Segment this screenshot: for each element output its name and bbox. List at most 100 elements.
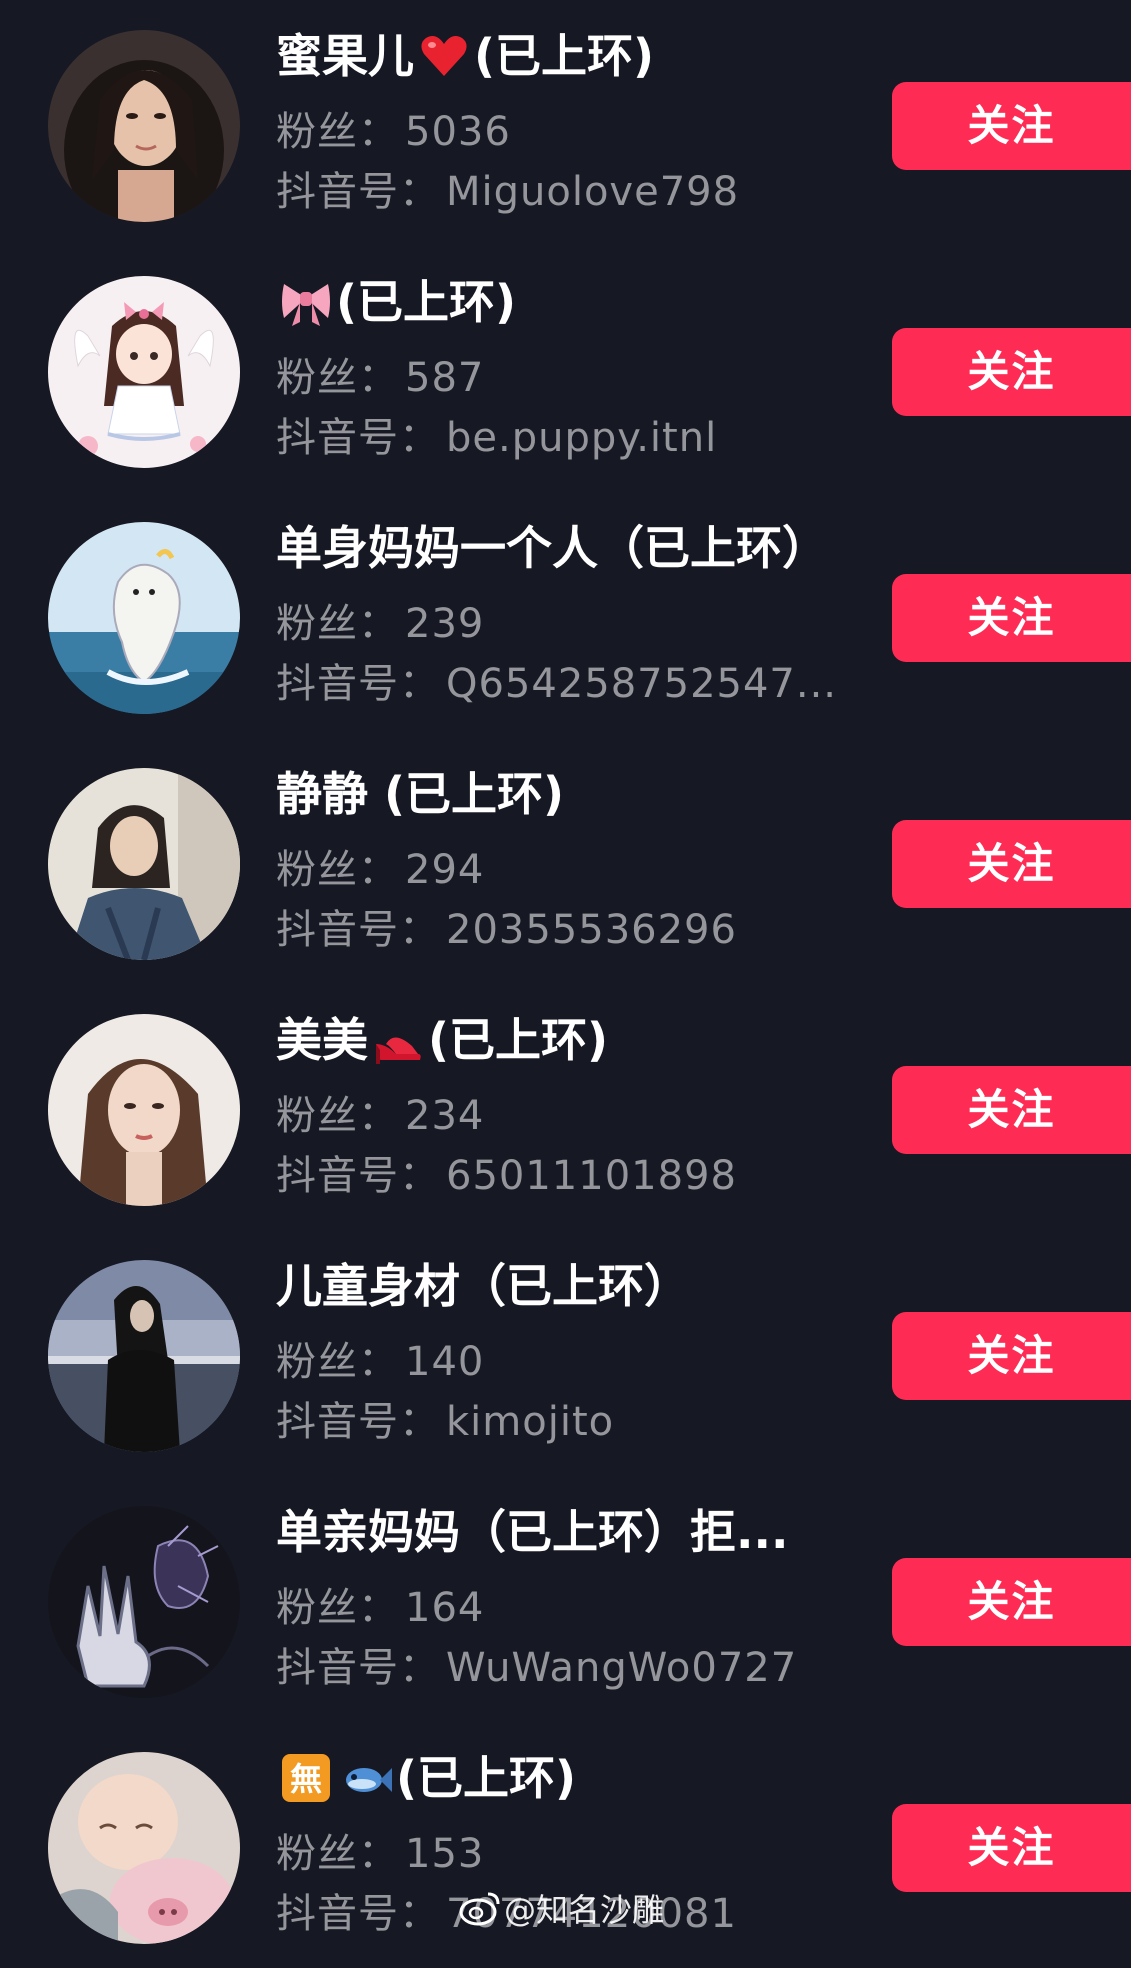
douyin-id-label: 抖音号： bbox=[276, 1153, 440, 1199]
follow-button[interactable]: 关注 bbox=[892, 1558, 1131, 1646]
fans-count: 粉丝： 140 bbox=[276, 1336, 484, 1388]
user-row[interactable]: 静静 (已上环) 粉丝： 294 抖音号： 20355536296 关注 bbox=[0, 738, 1131, 984]
user-name-suffix: (已上环) bbox=[396, 1751, 577, 1805]
fans-value: 140 bbox=[405, 1339, 485, 1385]
user-name: 单亲妈妈（已上环）拒... bbox=[276, 1502, 856, 1562]
fans-label: 粉丝： bbox=[276, 1093, 399, 1139]
user-name-text: 单身妈妈一个人（已上环） bbox=[276, 521, 828, 575]
user-name: 美美 (已上环) bbox=[276, 1010, 856, 1070]
heart-emoji-icon bbox=[418, 30, 470, 82]
svg-text:無: 無 bbox=[290, 1760, 322, 1798]
fans-label: 粉丝： bbox=[276, 1831, 399, 1877]
fans-value: 234 bbox=[405, 1093, 485, 1139]
avatar-photo-icon bbox=[48, 1506, 240, 1698]
user-name-suffix: (已上环) bbox=[474, 29, 655, 83]
fans-label: 粉丝： bbox=[276, 1339, 399, 1385]
fans-count: 粉丝： 294 bbox=[276, 844, 484, 896]
douyin-id-label: 抖音号： bbox=[276, 1399, 440, 1445]
user-list: 蜜果儿 (已上环) 粉丝：5036 抖音号：Miguolove798 关注 bbox=[0, 0, 1131, 1968]
fans-count: 粉丝： 234 bbox=[276, 1090, 484, 1142]
follow-button[interactable]: 关注 bbox=[892, 820, 1131, 908]
follow-button[interactable]: 关注 bbox=[892, 574, 1131, 662]
user-row[interactable]: (已上环) 粉丝： 587 抖音号： be.puppy.itnl 关注 bbox=[0, 246, 1131, 492]
user-name: (已上环) bbox=[276, 272, 856, 332]
douyin-id-value: be.puppy.itnl bbox=[446, 415, 718, 461]
user-name: 無 (已上环) bbox=[276, 1748, 856, 1808]
fans-label: 粉丝： bbox=[276, 847, 399, 893]
douyin-id-label: 抖音号： bbox=[276, 169, 440, 215]
douyin-id-value: kimojito bbox=[446, 1399, 615, 1445]
user-name-suffix: (已上环) bbox=[428, 1013, 609, 1067]
avatar-photo-icon bbox=[48, 276, 240, 468]
fans-value: 5036 bbox=[405, 109, 511, 155]
user-name-text: 静静 (已上环) bbox=[276, 767, 565, 821]
user-row[interactable]: 单亲妈妈（已上环）拒... 粉丝： 164 抖音号： WuWangWo0727 关注 bbox=[0, 1476, 1131, 1722]
avatar-photo-icon bbox=[48, 1014, 240, 1206]
douyin-id-label: 抖音号： bbox=[276, 907, 440, 953]
user-avatar[interactable] bbox=[48, 1014, 240, 1206]
douyin-id: 抖音号： Miguolove798 bbox=[276, 166, 739, 218]
douyin-id-value: 65011101898 bbox=[446, 1153, 737, 1199]
douyin-id: 抖音号： kimojito bbox=[276, 1396, 614, 1448]
weibo-logo-icon bbox=[459, 1892, 500, 1926]
user-name-text: 儿童身材（已上环） bbox=[276, 1259, 690, 1313]
user-name: 静静 (已上环) bbox=[276, 764, 856, 824]
user-name-text: 蜜果儿 bbox=[276, 29, 414, 83]
user-avatar[interactable] bbox=[48, 1506, 240, 1698]
user-name-text: 单亲妈妈（已上环）拒... bbox=[276, 1505, 789, 1559]
fans-value: 587 bbox=[405, 355, 485, 401]
avatar-photo-icon bbox=[48, 30, 240, 222]
follow-button[interactable]: 关注 bbox=[892, 328, 1131, 416]
watermark-text: @知名沙雕 bbox=[504, 1891, 665, 1929]
douyin-id: 抖音号： Q654258752547... bbox=[276, 658, 837, 710]
fans-label: 粉丝： bbox=[276, 109, 399, 155]
user-avatar[interactable] bbox=[48, 276, 240, 468]
avatar-photo-icon bbox=[48, 1752, 240, 1944]
user-avatar[interactable] bbox=[48, 30, 240, 222]
fans-value: 239 bbox=[405, 601, 485, 647]
user-name: 蜜果儿 (已上环) bbox=[276, 26, 856, 86]
user-avatar[interactable] bbox=[48, 1752, 240, 1944]
user-name: 儿童身材（已上环） bbox=[276, 1256, 856, 1316]
fans-count: 粉丝： 164 bbox=[276, 1582, 484, 1634]
fans-label: 粉丝： bbox=[276, 1585, 399, 1631]
weibo-watermark: @知名沙雕 bbox=[458, 1886, 664, 1930]
douyin-id: 抖音号： 20355536296 bbox=[276, 904, 737, 956]
user-avatar[interactable] bbox=[48, 768, 240, 960]
user-avatar[interactable] bbox=[48, 522, 240, 714]
douyin-id-label: 抖音号： bbox=[276, 661, 440, 707]
douyin-id: 抖音号： be.puppy.itnl bbox=[276, 412, 717, 464]
douyin-id-label: 抖音号： bbox=[276, 415, 440, 461]
avatar-photo-icon bbox=[48, 522, 240, 714]
follow-button[interactable]: 关注 bbox=[892, 1312, 1131, 1400]
user-name-text: 美美 bbox=[276, 1013, 368, 1067]
follow-button[interactable]: 关注 bbox=[892, 1066, 1131, 1154]
fans-label: 粉丝： bbox=[276, 601, 399, 647]
fans-count: 粉丝： 153 bbox=[276, 1828, 484, 1880]
user-name-suffix: (已上环) bbox=[336, 275, 517, 329]
follow-button[interactable]: 关注 bbox=[892, 1804, 1131, 1892]
fans-value: 153 bbox=[405, 1831, 485, 1877]
douyin-id-value: Miguolove798 bbox=[446, 169, 740, 215]
wu-badge-emoji-icon: 無 bbox=[280, 1752, 332, 1804]
user-row[interactable]: 美美 (已上环) 粉丝： 234 抖音号： 65011101898 关注 bbox=[0, 984, 1131, 1230]
fans-label: 粉丝： bbox=[276, 355, 399, 401]
fans-value: 164 bbox=[405, 1585, 485, 1631]
douyin-id-label: 抖音号： bbox=[276, 1645, 440, 1691]
user-row[interactable]: 無 (已上环) 粉丝： 153 抖音号： 70774120081 关注 bbox=[0, 1722, 1131, 1968]
fans-count: 粉丝： 587 bbox=[276, 352, 484, 404]
fish-emoji-icon bbox=[340, 1752, 392, 1804]
user-avatar[interactable] bbox=[48, 1260, 240, 1452]
douyin-id-value: Q654258752547... bbox=[446, 661, 838, 707]
douyin-id-label: 抖音号： bbox=[276, 1891, 440, 1937]
douyin-id: 抖音号： WuWangWo0727 bbox=[276, 1642, 797, 1694]
user-row[interactable]: 儿童身材（已上环） 粉丝： 140 抖音号： kimojito 关注 bbox=[0, 1230, 1131, 1476]
user-row[interactable]: 蜜果儿 (已上环) 粉丝： 5036 抖音号： Miguolove798 关注 bbox=[0, 0, 1131, 246]
douyin-id: 抖音号： 65011101898 bbox=[276, 1150, 737, 1202]
follow-button[interactable]: 关注 bbox=[892, 82, 1131, 170]
bow-emoji-icon bbox=[280, 276, 332, 328]
user-row[interactable]: 单身妈妈一个人（已上环） 粉丝： 239 抖音号： Q654258752547...… bbox=[0, 492, 1131, 738]
douyin-id-value: WuWangWo0727 bbox=[446, 1645, 798, 1691]
user-name: 单身妈妈一个人（已上环） bbox=[276, 518, 856, 578]
douyin-id-value: 20355536296 bbox=[446, 907, 737, 953]
